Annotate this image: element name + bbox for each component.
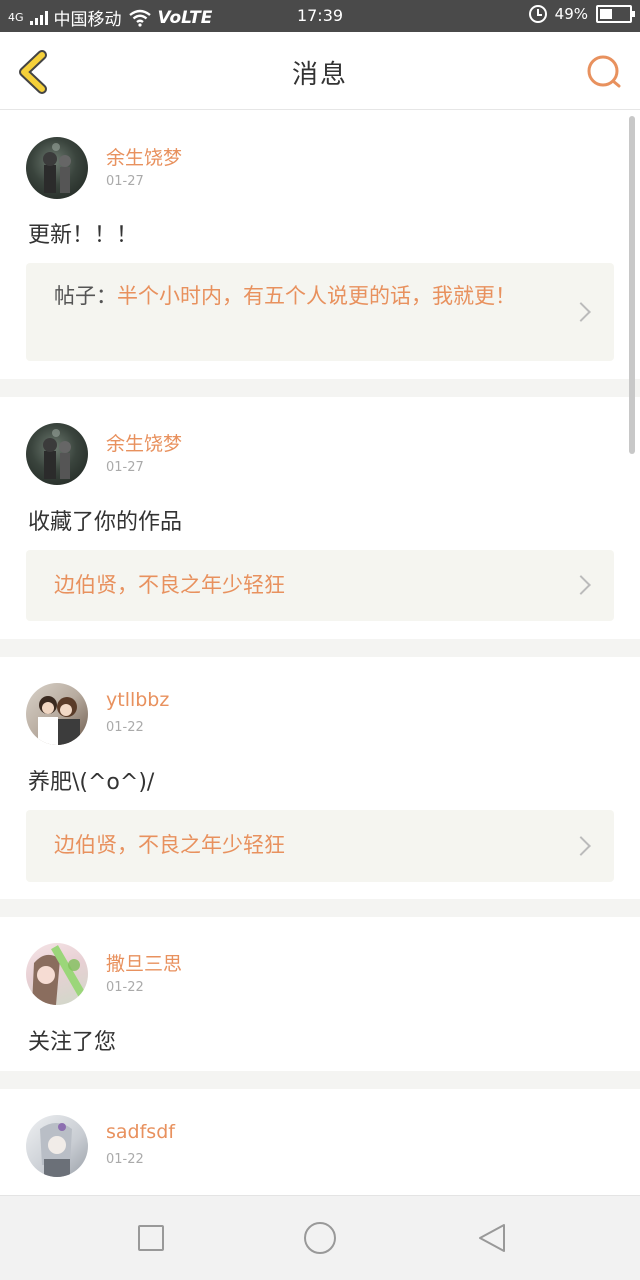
user-name[interactable]: 余生饶梦 xyxy=(106,143,182,170)
battery-percent: 49% xyxy=(554,5,588,23)
recent-apps-button[interactable] xyxy=(138,1225,164,1251)
message-date: 01-22 xyxy=(106,720,144,735)
scrollbar[interactable] xyxy=(629,116,635,454)
message-item[interactable]: 余生饶梦 01-27 收藏了你的作品 边伯贤，不良之年少轻狂 xyxy=(0,397,640,639)
avatar[interactable] xyxy=(26,137,88,199)
quoted-post[interactable]: 边伯贤，不良之年少轻狂 xyxy=(26,810,614,882)
status-right: 49% xyxy=(528,5,635,23)
user-name[interactable]: 余生饶梦 xyxy=(106,429,182,456)
user-name[interactable]: 撒旦三思 xyxy=(106,949,182,976)
quote-prefix: 帖子： xyxy=(54,284,117,308)
message-item[interactable]: sadfsdf 01-22 xyxy=(0,1089,640,1195)
avatar-image xyxy=(40,1123,72,1177)
avatar-image xyxy=(43,429,71,479)
avatar[interactable] xyxy=(26,1115,88,1177)
quote-content: 半个小时内，有五个人说更的话，我就更！ xyxy=(117,284,516,308)
divider xyxy=(0,1071,640,1089)
status-bar: 4G 中国移动 VoLTE 17:39 49% xyxy=(0,0,640,32)
system-nav-bar xyxy=(0,1195,640,1280)
message-date: 01-22 xyxy=(106,980,144,995)
message-item[interactable]: ytllbbz 01-22 养肥\(^o^)/ 边伯贤，不良之年少轻狂 xyxy=(0,657,640,899)
message-date: 01-27 xyxy=(106,460,144,475)
quote-text: 帖子：半个小时内，有五个人说更的话，我就更！ xyxy=(54,280,554,312)
divider xyxy=(0,899,640,917)
avatar[interactable] xyxy=(26,943,88,1005)
avatar[interactable] xyxy=(26,683,88,745)
avatar-image xyxy=(38,696,80,745)
divider xyxy=(0,379,640,397)
user-name[interactable]: ytllbbz xyxy=(106,689,169,711)
chevron-right-icon xyxy=(571,575,591,595)
page-title: 消息 xyxy=(291,60,348,90)
message-list[interactable]: 余生饶梦 01-27 更新！！！ 帖子：半个小时内，有五个人说更的话，我就更！ … xyxy=(0,111,640,1195)
quoted-post[interactable]: 帖子：半个小时内，有五个人说更的话，我就更！ xyxy=(26,263,614,361)
battery-fill xyxy=(600,9,612,19)
avatar[interactable] xyxy=(26,423,88,485)
message-text: 关注了您 xyxy=(28,1030,117,1055)
search-icon[interactable] xyxy=(584,52,624,92)
chevron-right-icon xyxy=(571,836,591,856)
app-header: 消息 xyxy=(0,32,640,110)
chevron-right-icon xyxy=(571,302,591,322)
quote-content: 边伯贤，不良之年少轻狂 xyxy=(54,573,285,597)
quote-content: 边伯贤，不良之年少轻狂 xyxy=(54,833,285,857)
back-triangle-icon[interactable] xyxy=(476,1222,508,1254)
message-item[interactable]: 余生饶梦 01-27 更新！！！ 帖子：半个小时内，有五个人说更的话，我就更！ xyxy=(0,111,640,379)
quoted-post[interactable]: 边伯贤，不良之年少轻狂 xyxy=(26,550,614,621)
user-name[interactable]: sadfsdf xyxy=(106,1121,175,1143)
avatar-image xyxy=(32,945,88,1005)
message-item[interactable]: 撒旦三思 01-22 关注了您 xyxy=(0,917,640,1071)
battery-icon xyxy=(596,5,635,23)
message-text: 收藏了你的作品 xyxy=(28,510,183,535)
avatar-image xyxy=(43,143,71,193)
home-button[interactable] xyxy=(304,1222,336,1254)
message-date: 01-22 xyxy=(106,1152,144,1167)
divider xyxy=(0,639,640,657)
message-text: 更新！！！ xyxy=(28,223,139,248)
alarm-icon xyxy=(528,5,547,23)
message-text: 养肥\(^o^)/ xyxy=(28,770,155,795)
message-date: 01-27 xyxy=(106,174,144,189)
